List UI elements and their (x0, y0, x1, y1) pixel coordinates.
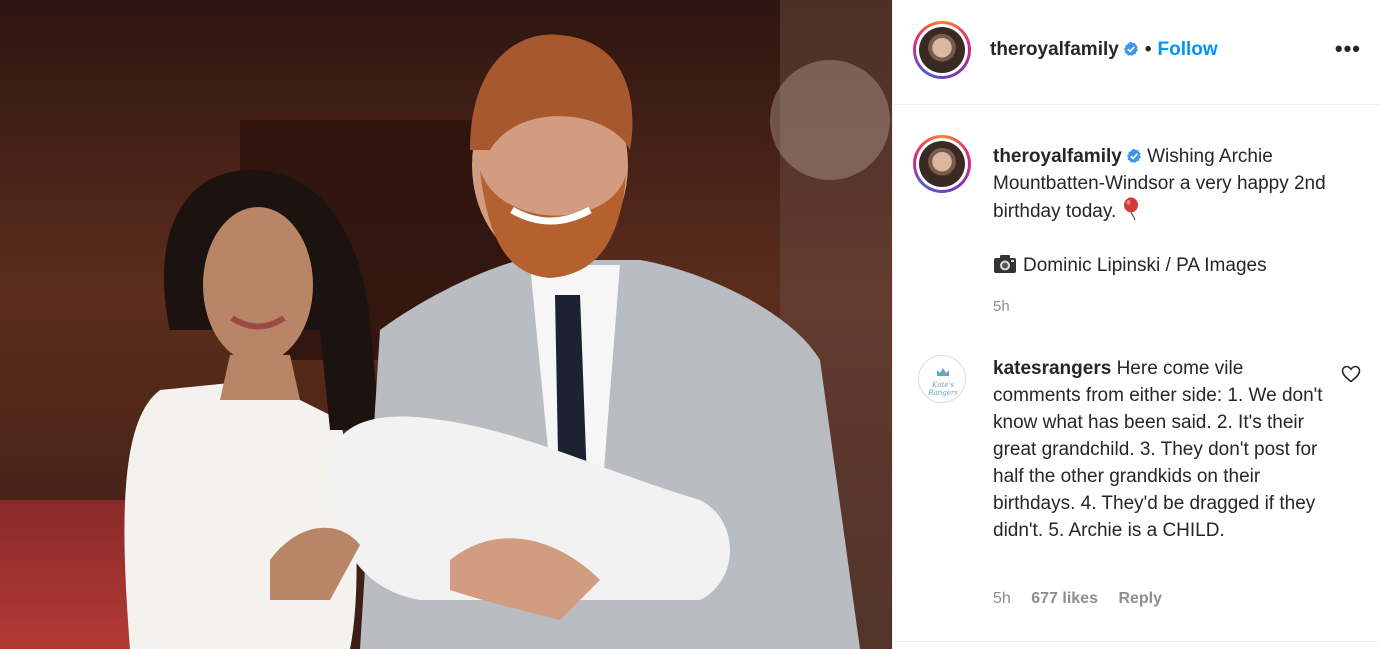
comment-likes[interactable]: 677 likes (1031, 590, 1098, 607)
photo-credit: Dominic Lipinski / PA Images (1023, 255, 1267, 276)
comment-text: katesrangers Here come vile comments fro… (993, 355, 1333, 544)
header-user-line: theroyalfamily • Follow (990, 39, 1218, 61)
caption-username[interactable]: theroyalfamily (993, 146, 1122, 167)
heart-icon[interactable] (1341, 365, 1361, 383)
caption-text: theroyalfamily Wishing Archie Mountbatte… (993, 143, 1333, 279)
commenter-avatar-text: Kate's Rangers (928, 381, 958, 397)
header-username[interactable]: theroyalfamily (990, 39, 1119, 60)
caption-author-avatar[interactable] (913, 135, 971, 193)
comment-body: Here come vile comments from either side… (993, 358, 1323, 541)
verified-badge-icon (1123, 41, 1138, 56)
reply-button[interactable]: Reply (1118, 590, 1162, 607)
post-photo-illustration (0, 0, 892, 649)
follow-button[interactable]: Follow (1157, 39, 1217, 60)
camera-icon (994, 255, 1016, 273)
separator-dot: • (1144, 39, 1152, 60)
author-avatar[interactable] (913, 21, 971, 79)
more-options-icon[interactable]: ••• (1335, 38, 1361, 60)
divider (893, 641, 1380, 642)
crown-icon (937, 368, 949, 376)
commenter-avatar[interactable]: Kate's Rangers (918, 355, 966, 403)
comment-username[interactable]: katesrangers (993, 358, 1111, 379)
post-photo[interactable] (0, 0, 892, 649)
comment-timestamp[interactable]: 5h (993, 590, 1011, 607)
comment-meta: 5h 677 likes Reply (993, 590, 1178, 608)
verified-badge-icon (1126, 148, 1141, 163)
balloon-icon (1124, 197, 1139, 221)
post-side-panel: theroyalfamily • Follow ••• theroyalfamil… (892, 0, 1380, 649)
post-header: theroyalfamily • Follow ••• (893, 0, 1380, 105)
caption-timestamp[interactable]: 5h (993, 298, 1010, 315)
